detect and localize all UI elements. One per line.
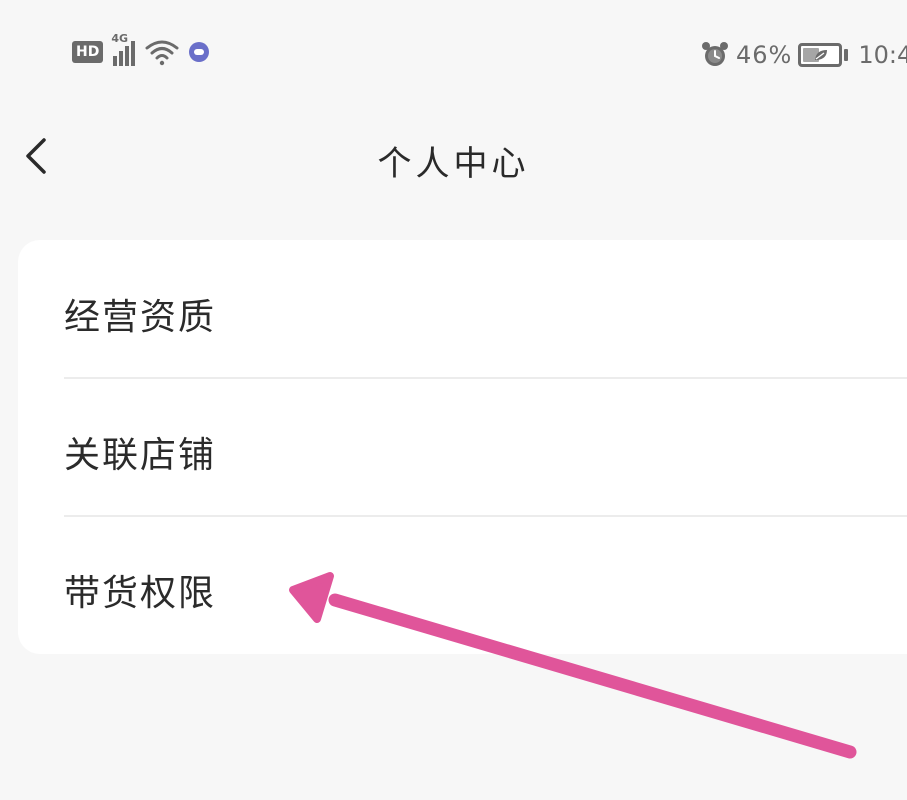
app-notification-icon <box>189 42 210 62</box>
clock: 10:4 <box>858 41 907 69</box>
status-bar: HD 4G 46% 10:4 <box>0 0 907 120</box>
hd-icon: HD <box>72 41 104 63</box>
battery-tip <box>844 49 849 61</box>
menu-item-linked-store[interactable]: 关联店铺 <box>18 378 907 516</box>
eco-leaf-icon <box>815 50 828 60</box>
menu-card: 经营资质 关联店铺 带货权限 <box>18 240 907 654</box>
wifi-icon <box>145 40 179 66</box>
status-bar-left: HD 4G <box>72 32 210 66</box>
alarm-icon <box>702 42 728 66</box>
menu-item-sales-permission[interactable]: 带货权限 <box>18 516 907 654</box>
menu-item-business-qualification[interactable]: 经营资质 <box>18 240 907 378</box>
network-type-label: 4G <box>111 32 129 45</box>
page-title: 个人中心 <box>377 144 530 184</box>
nav-header: 个人中心 <box>0 120 907 200</box>
signal-icon: 4G <box>111 32 136 66</box>
status-bar-right: 46% 10:4 <box>700 40 907 70</box>
menu-item-label: 关联店铺 <box>64 435 217 476</box>
battery-icon <box>798 43 843 67</box>
menu-item-label: 经营资质 <box>64 297 217 338</box>
menu-item-label: 带货权限 <box>64 573 217 614</box>
battery-percent: 46% <box>736 41 793 69</box>
